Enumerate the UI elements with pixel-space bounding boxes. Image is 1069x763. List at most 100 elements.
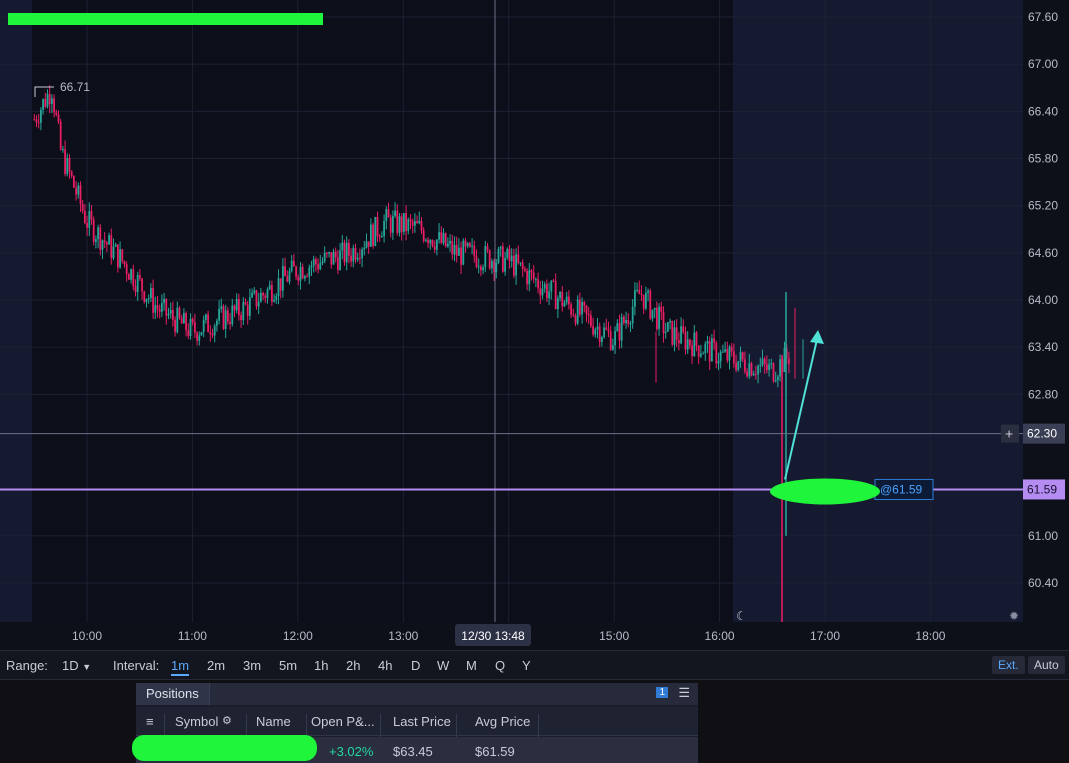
candle-body — [446, 243, 449, 247]
candle-body — [33, 119, 36, 121]
range-select[interactable]: 1D ▼ — [62, 658, 91, 673]
candle-body — [609, 331, 612, 350]
chart-canvas[interactable]: 66.71 @61.59 67.60 67.00 66.40 65.80 65.20 64.6… — [0, 0, 1069, 650]
time-tick-label: 12:00 — [283, 629, 313, 643]
interval-Q[interactable]: Q — [495, 658, 505, 673]
gear-icon[interactable]: ⚙ — [222, 714, 232, 727]
candle-body — [475, 256, 478, 268]
candle-body — [468, 243, 471, 247]
candle-body — [435, 239, 438, 250]
candle-body — [325, 252, 328, 254]
ext-toggle[interactable]: Ext. — [992, 656, 1025, 674]
candle-body — [556, 298, 559, 310]
candle-body — [244, 302, 247, 305]
candle-body — [754, 373, 757, 375]
col-name[interactable]: Name — [256, 714, 291, 729]
candle-body — [358, 257, 361, 259]
avg-price-value: $61.59 — [475, 744, 515, 759]
candle-body — [515, 254, 517, 276]
candle-body — [61, 149, 64, 151]
interval-W[interactable]: W — [437, 658, 449, 673]
interval-Y[interactable]: Y — [522, 658, 531, 673]
candle-body — [572, 314, 575, 316]
moon-icon: ☾ — [736, 609, 747, 623]
candle-body — [561, 291, 564, 307]
candle-body — [779, 359, 781, 377]
col-avg-price[interactable]: Avg Price — [475, 714, 530, 729]
candle-body — [640, 294, 643, 296]
interval-4h[interactable]: 4h — [378, 658, 392, 673]
candle-body — [477, 266, 480, 268]
chart-toolbar: Range: 1D ▼ Interval: 1m 2m 3m 5m 1h 2h 4h D W M Q… — [0, 650, 1069, 680]
candle-body — [537, 279, 539, 289]
candle-body — [541, 288, 544, 296]
candle-body — [70, 171, 73, 177]
interval-1h[interactable]: 1h — [314, 658, 328, 673]
candle-body — [299, 266, 302, 281]
candle-body — [748, 363, 751, 377]
col-symbol[interactable]: Symbol — [175, 714, 218, 729]
interval-5m[interactable]: 5m — [279, 658, 297, 673]
candle-body — [44, 99, 47, 107]
interval-1m[interactable]: 1m — [171, 658, 190, 676]
candle-body — [570, 304, 572, 315]
candle-body — [279, 278, 282, 291]
candle-body — [479, 266, 482, 271]
candle-body — [317, 264, 319, 270]
candle-body — [710, 338, 713, 362]
afterhours-shade — [733, 0, 1023, 622]
candle-body — [224, 310, 227, 329]
candle-body — [732, 351, 735, 363]
price-tick-label: 61.00 — [1028, 529, 1058, 543]
candle-body — [697, 345, 700, 357]
candle-body — [585, 305, 588, 314]
candle-body — [402, 213, 405, 232]
candle-body — [669, 320, 671, 323]
col-last-price[interactable]: Last Price — [393, 714, 451, 729]
interval-3m[interactable]: 3m — [243, 658, 261, 673]
sun-icon: ✹ — [1009, 609, 1019, 623]
candle-body — [686, 339, 689, 350]
list-view-icon[interactable]: ☰ — [678, 685, 690, 701]
candle-body — [438, 232, 440, 240]
candle-body — [163, 298, 165, 304]
candle-body — [336, 257, 339, 270]
interval-2h[interactable]: 2h — [346, 658, 360, 673]
candle-body — [603, 327, 605, 338]
candle-body — [383, 221, 385, 237]
menu-icon[interactable]: ≡ — [146, 714, 154, 729]
candle-body — [86, 222, 88, 228]
candle-body — [180, 317, 183, 324]
candle-body — [545, 284, 548, 299]
candle-body — [257, 301, 260, 307]
candle-body — [215, 320, 218, 326]
candle-body — [761, 358, 764, 365]
candle-body — [534, 279, 537, 281]
candle-body — [724, 349, 726, 352]
positions-tab[interactable]: Positions — [136, 683, 210, 705]
candle-body — [583, 301, 586, 306]
col-open-pl[interactable]: Open P&... — [311, 714, 375, 729]
candle-body — [746, 371, 748, 377]
candle-body — [270, 285, 273, 302]
candle-body — [730, 346, 733, 352]
candle-body — [112, 246, 115, 259]
price-chart[interactable]: 66.71 @61.59 67.60 67.00 66.40 65.80 65.20 64.6… — [0, 0, 1069, 650]
candle-body — [312, 259, 315, 266]
candle-body — [658, 306, 660, 330]
price-tick-label: 64.60 — [1028, 246, 1058, 260]
auto-toggle[interactable]: Auto — [1028, 656, 1065, 674]
interval-D[interactable]: D — [411, 658, 420, 673]
candle-body — [330, 252, 333, 265]
candle-body — [204, 314, 207, 320]
candle-body — [220, 306, 223, 309]
candle-body — [607, 329, 610, 332]
interval-M[interactable]: M — [466, 658, 477, 673]
candle-body — [772, 363, 775, 382]
candle-body — [198, 335, 201, 341]
positions-header: Positions 1 ☰ — [136, 683, 698, 705]
candle-body — [552, 280, 555, 282]
candle-body — [59, 121, 62, 150]
candle-body — [512, 255, 515, 276]
interval-2m[interactable]: 2m — [207, 658, 225, 673]
